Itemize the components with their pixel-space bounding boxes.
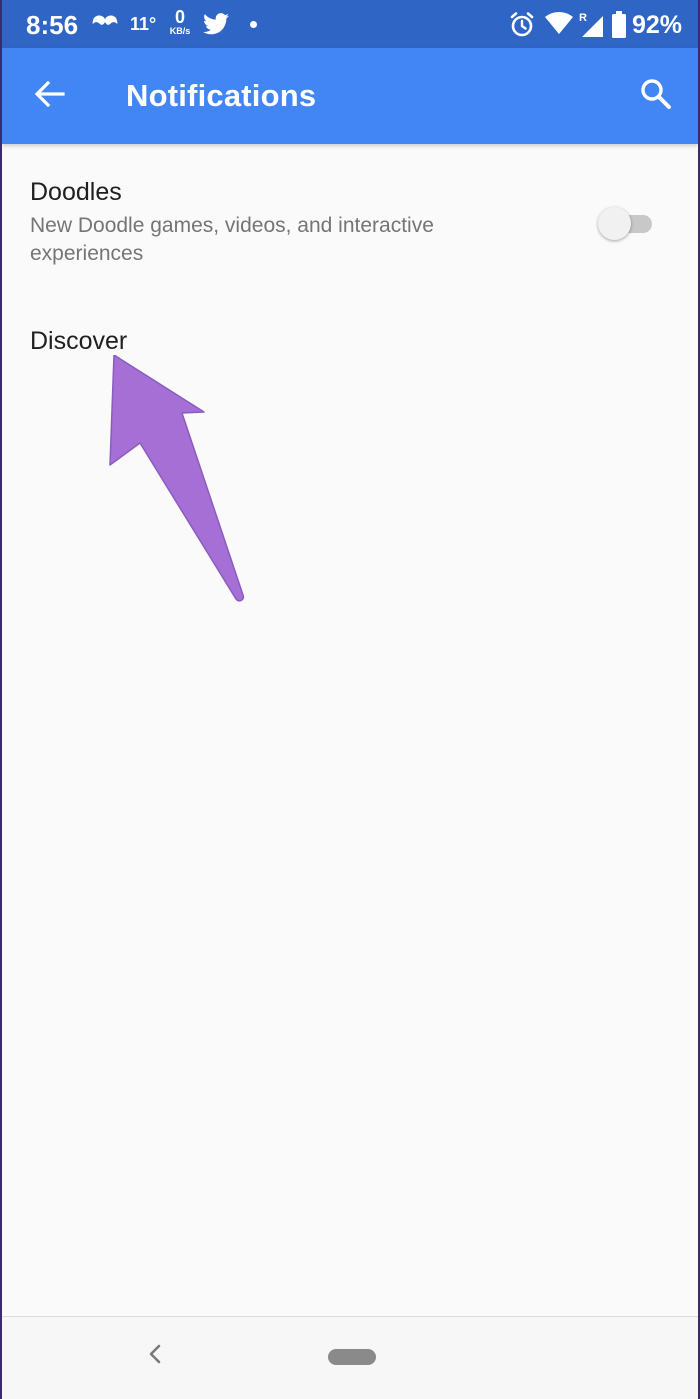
setting-subtitle-doodles: New Doodle games, videos, and interactiv… xyxy=(30,214,434,265)
screen: 8:56 11° 0 KB/s R 92% Notifications Dood… xyxy=(0,0,700,1399)
doodles-toggle-switch[interactable] xyxy=(598,206,654,240)
net-speed-value: 0 xyxy=(174,7,185,27)
wifi-icon xyxy=(544,12,574,41)
status-temperature: 11° xyxy=(130,14,157,34)
annotation-arrow-icon xyxy=(102,354,252,620)
navigation-bar xyxy=(2,1316,698,1399)
back-button[interactable] xyxy=(26,72,74,120)
page-title: Notifications xyxy=(126,78,317,113)
notification-dot-icon xyxy=(250,21,257,28)
arrow-back-icon xyxy=(34,80,65,112)
mustache-icon xyxy=(92,14,118,33)
net-speed-unit: KB/s xyxy=(169,26,191,36)
toggle-thumb xyxy=(598,207,631,240)
battery-icon xyxy=(612,11,626,43)
nav-back-button[interactable] xyxy=(140,1341,170,1371)
search-button[interactable] xyxy=(628,72,684,120)
search-icon xyxy=(640,78,672,115)
cell-signal-icon: R xyxy=(577,12,605,43)
app-bar: Notifications xyxy=(2,48,698,144)
alarm-icon xyxy=(510,12,534,43)
battery-percentage: 92% xyxy=(632,11,683,39)
home-pill-button[interactable] xyxy=(328,1349,376,1365)
signal-badge: R xyxy=(579,12,587,24)
status-net-speed: 0 KB/s xyxy=(166,8,194,36)
status-time: 8:56 xyxy=(26,10,79,40)
setting-title-discover: Discover xyxy=(30,327,128,355)
setting-item-doodles[interactable]: Doodles New Doodle games, videos, and in… xyxy=(2,150,698,280)
twitter-icon xyxy=(203,13,229,40)
chevron-left-icon xyxy=(148,1344,162,1369)
setting-title-doodles: Doodles xyxy=(30,178,122,206)
status-bar: 8:56 11° 0 KB/s R 92% xyxy=(2,0,698,48)
